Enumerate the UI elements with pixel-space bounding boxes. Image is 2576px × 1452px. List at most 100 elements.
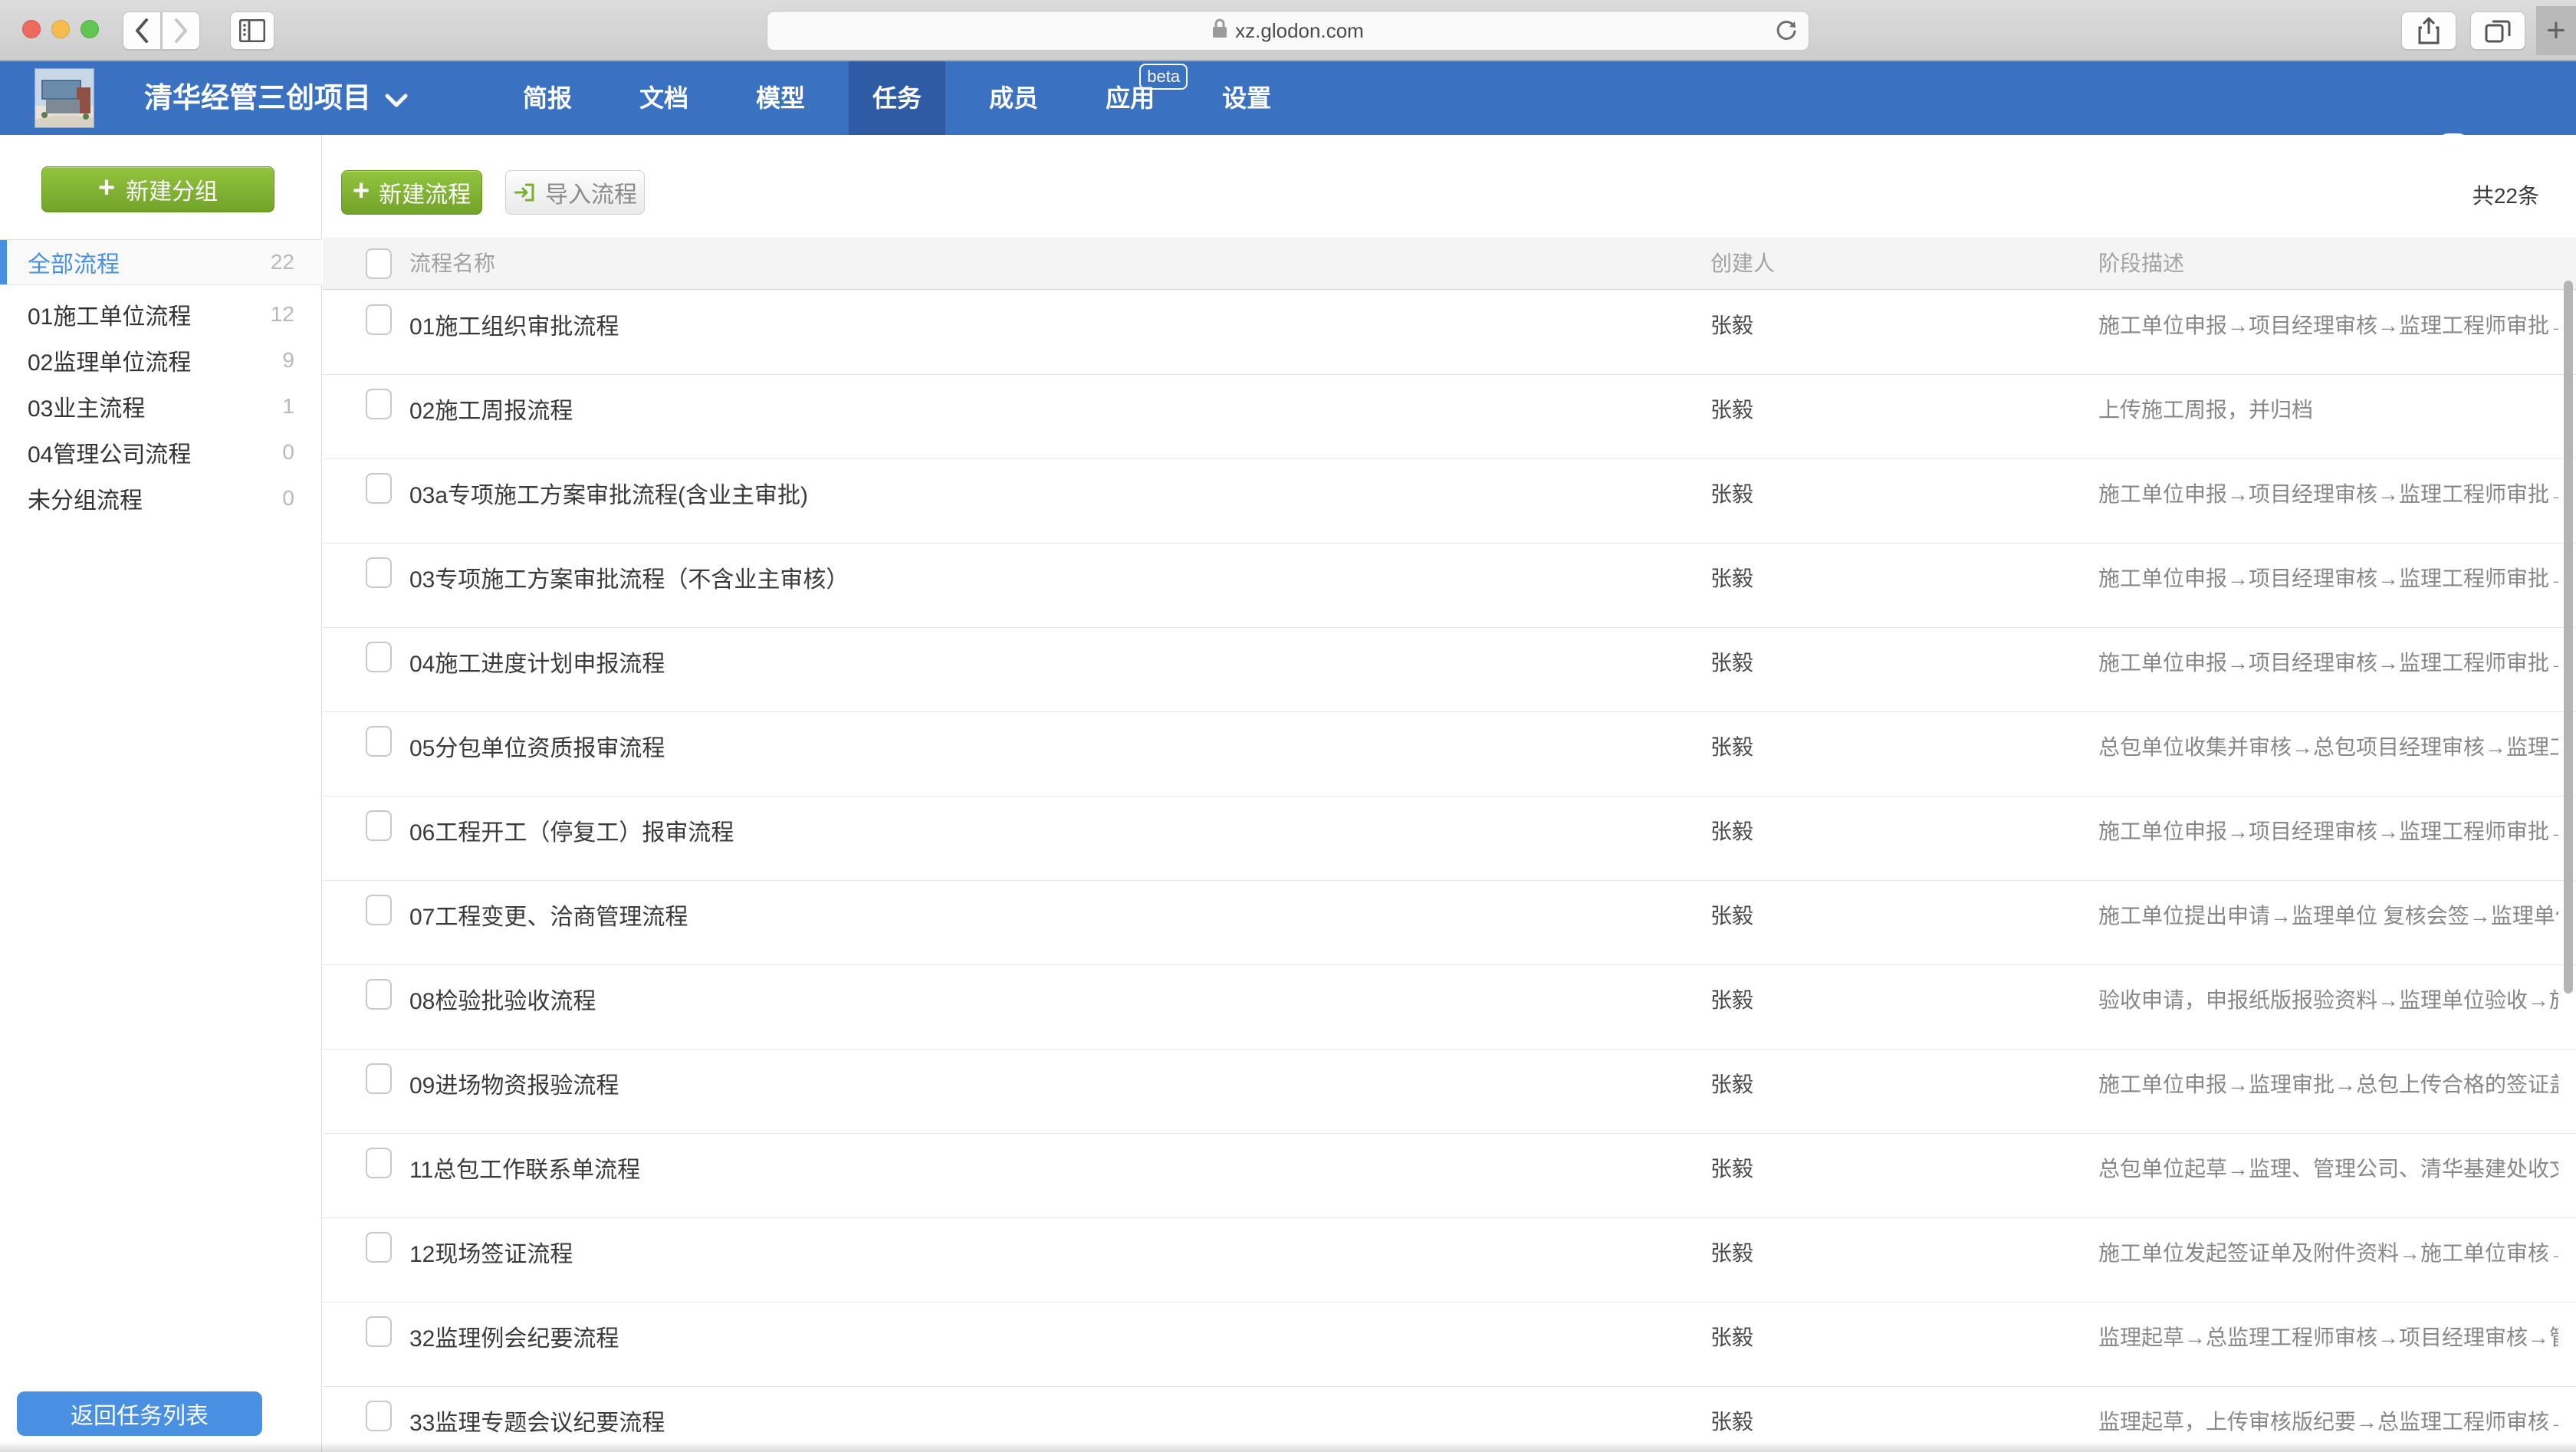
minimize-window-button[interactable]: [51, 20, 70, 38]
back-button[interactable]: [123, 11, 161, 50]
flow-stage: 施工单位申报→项目经理审核→监理工程师审批→...: [2098, 309, 2558, 340]
row-checkbox[interactable]: [366, 895, 392, 925]
sidebar-group-item[interactable]: 03业主流程 1: [0, 383, 322, 429]
group-count: 1: [282, 394, 294, 419]
lock-icon: [1212, 18, 1227, 44]
table-row[interactable]: 09进场物资报验流程 张毅 施工单位申报→监理审批→总包上传合格的签证盖...: [323, 1050, 2576, 1134]
nav-tab-label: 成员: [989, 84, 1038, 112]
sidebar-group-item[interactable]: 02监理单位流程 9: [0, 337, 322, 383]
project-switcher[interactable]: 清华经管三创项目: [144, 61, 408, 135]
vertical-scrollbar[interactable]: [2564, 281, 2573, 994]
group-label: 01施工单位流程: [28, 297, 271, 331]
refresh-icon[interactable]: [1775, 20, 1798, 48]
table-row[interactable]: 32监理例会纪要流程 张毅 监理起草→总监理工程师审核→项目经理审核→管...: [323, 1303, 2576, 1387]
flow-creator: 张毅: [1710, 1152, 1753, 1183]
flow-stage: 验收申请，申报纸版报验资料→监理单位验收→施...: [2098, 984, 2558, 1014]
row-checkbox[interactable]: [366, 1063, 392, 1094]
nav-tab[interactable]: 设置: [1198, 61, 1295, 135]
flow-creator: 张毅: [1710, 1237, 1753, 1267]
table-row[interactable]: 07工程变更、洽商管理流程 张毅 施工单位提出申请→监理单位 复核会签→监理单位…: [323, 881, 2576, 965]
nav-tab[interactable]: 文档: [616, 61, 712, 135]
new-tab-button[interactable]: +: [2536, 6, 2576, 55]
row-checkbox[interactable]: [366, 389, 392, 419]
nav-tab-label: 文档: [639, 84, 688, 112]
row-checkbox[interactable]: [366, 726, 392, 757]
nav-tab[interactable]: 简报: [499, 61, 596, 135]
plus-icon: +: [353, 175, 370, 208]
flow-creator: 张毅: [1710, 1405, 1753, 1436]
sidebar-group-item[interactable]: 全部流程 22: [0, 239, 322, 285]
new-flow-button[interactable]: + 新建流程: [341, 170, 482, 215]
close-window-button[interactable]: [22, 20, 41, 38]
table-row[interactable]: 04施工进度计划申报流程 张毅 施工单位申报→项目经理审核→监理工程师审批→..…: [323, 628, 2576, 712]
flow-stage: 总包单位起草→监理、管理公司、清华基建处收文...: [2098, 1152, 2558, 1183]
forward-button[interactable]: [162, 11, 200, 50]
flow-creator: 张毅: [1710, 646, 1753, 677]
flow-creator: 张毅: [1710, 899, 1753, 930]
table-body: 01施工组织审批流程 张毅 施工单位申报→项目经理审核→监理工程师审批→... …: [323, 291, 2576, 1452]
zoom-window-button[interactable]: [80, 20, 99, 38]
flow-name: 11总包工作联系单流程: [409, 1151, 640, 1184]
back-to-tasks-button[interactable]: 返回任务列表: [17, 1391, 262, 1436]
group-label: 未分组流程: [28, 481, 282, 515]
row-checkbox[interactable]: [366, 473, 392, 504]
group-label: 03业主流程: [28, 389, 282, 423]
flow-name: 05分包单位资质报审流程: [409, 729, 665, 763]
column-header-name: 流程名称: [409, 238, 495, 290]
table-row[interactable]: 03a专项施工方案审批流程(含业主审批) 张毅 施工单位申报→项目经理审核→监理…: [323, 459, 2576, 544]
table-row[interactable]: 01施工组织审批流程 张毅 施工单位申报→项目经理审核→监理工程师审批→...: [323, 291, 2576, 375]
table-row[interactable]: 06工程开工（停复工）报审流程 张毅 施工单位申报→项目经理审核→监理工程师审批…: [323, 797, 2576, 881]
flow-creator: 张毅: [1710, 562, 1753, 593]
forward-icon: [172, 18, 189, 44]
flow-stage: 施工单位申报→监理审批→总包上传合格的签证盖...: [2098, 1068, 2558, 1099]
sidebar-group-item[interactable]: 未分组流程 0: [0, 475, 322, 521]
sidebar-toggle-button[interactable]: [230, 11, 274, 50]
project-logo[interactable]: [34, 68, 94, 128]
flow-stage: 施工单位申报→项目经理审核→监理工程师审批→...: [2098, 646, 2558, 677]
row-checkbox[interactable]: [366, 1232, 392, 1263]
share-button[interactable]: [2401, 11, 2456, 50]
row-checkbox[interactable]: [366, 557, 392, 588]
row-checkbox[interactable]: [366, 1316, 392, 1347]
sidebar-group-item[interactable]: 01施工单位流程 12: [0, 291, 322, 337]
group-count: 0: [282, 486, 294, 511]
import-flow-button[interactable]: 导入流程: [505, 170, 645, 215]
row-checkbox[interactable]: [366, 979, 392, 1010]
main-content: + 新建流程 导入流程 共22条 流程名称 创建人 阶段描述 01施工组织审批流…: [323, 135, 2576, 1452]
tab-overview-button[interactable]: [2470, 11, 2525, 50]
nav-tab[interactable]: 应用 beta: [1082, 61, 1178, 135]
table-row[interactable]: 11总包工作联系单流程 张毅 总包单位起草→监理、管理公司、清华基建处收文...: [323, 1134, 2576, 1218]
nav-tab-label: 设置: [1222, 84, 1271, 112]
table-row[interactable]: 02施工周报流程 张毅 上传施工周报，并归档: [323, 375, 2576, 459]
plus-icon: +: [2546, 11, 2566, 50]
table-row[interactable]: 12现场签证流程 张毅 施工单位发起签证单及附件资料→施工单位审核→...: [323, 1218, 2576, 1303]
sidebar-group-item[interactable]: 04管理公司流程 0: [0, 429, 322, 475]
column-header-creator: 创建人: [1710, 238, 1775, 290]
flow-stage: 总包单位收集并审核→总包项目经理审核→监理工...: [2098, 731, 2558, 761]
sidebar: + 新建分组 全部流程 22 01施工单位流程 12 02监理单位流程 9 03…: [0, 135, 322, 1452]
row-checkbox[interactable]: [366, 304, 392, 335]
select-all-checkbox[interactable]: [366, 248, 392, 279]
table-row[interactable]: 08检验批验收流程 张毅 验收申请，申报纸版报验资料→监理单位验收→施...: [323, 965, 2576, 1050]
row-checkbox[interactable]: [366, 1148, 392, 1178]
flow-name: 09进场物资报验流程: [409, 1066, 619, 1100]
table-row[interactable]: 03专项施工方案审批流程（不含业主审核） 张毅 施工单位申报→项目经理审核→监理…: [323, 544, 2576, 628]
nav-tab[interactable]: 成员: [965, 61, 1062, 135]
app-header: 清华经管三创项目 简报 文档 模型 任务 成员 应用 beta 设置: [0, 61, 2576, 135]
nav-tab-label: 模型: [756, 84, 805, 112]
row-checkbox[interactable]: [366, 810, 392, 841]
row-checkbox[interactable]: [366, 642, 392, 672]
table-row[interactable]: 05分包单位资质报审流程 张毅 总包单位收集并审核→总包项目经理审核→监理工..…: [323, 712, 2576, 797]
row-checkbox[interactable]: [366, 1401, 392, 1431]
group-count: 12: [271, 302, 294, 327]
new-group-button[interactable]: + 新建分组: [41, 166, 274, 212]
new-flow-label: 新建流程: [379, 176, 471, 209]
back-to-tasks-label: 返回任务列表: [71, 1397, 209, 1431]
nav-tab[interactable]: 任务: [849, 61, 945, 135]
bottom-scroll-edge: [0, 1441, 2576, 1452]
share-icon: [2418, 17, 2440, 44]
back-icon: [133, 18, 150, 44]
group-label: 02监理单位流程: [28, 343, 282, 377]
nav-tab[interactable]: 模型: [732, 61, 829, 135]
url-bar[interactable]: xz.glodon.com: [767, 11, 1809, 51]
